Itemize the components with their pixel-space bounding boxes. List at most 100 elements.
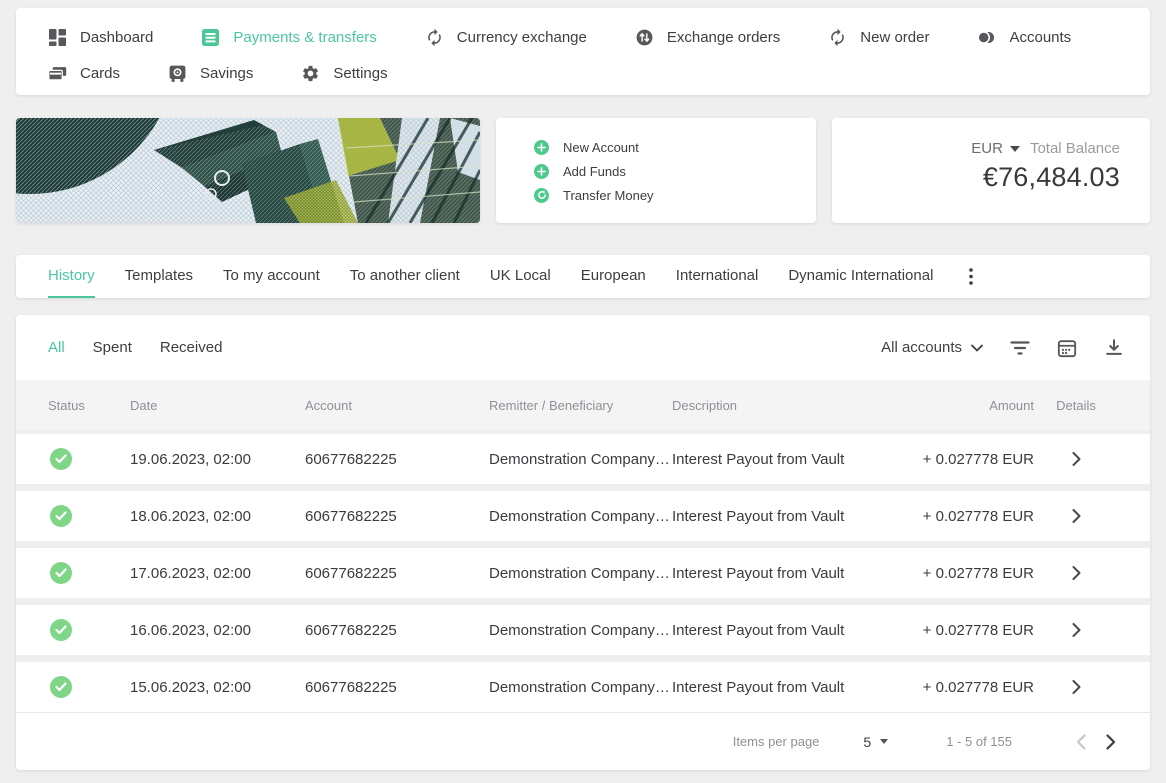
quick-action-label: New Account [563,139,639,155]
account-cell: 60677682225 [305,621,397,639]
calendar-icon [1057,339,1077,357]
download-statement-button[interactable] [1104,338,1124,358]
filter-icon [1010,340,1030,355]
remitter-cell: Demonstration Company… [489,507,670,525]
tab-to-my-account[interactable]: To my account [223,255,320,298]
status-cell [48,619,130,641]
row-details-button[interactable] [1034,623,1118,637]
nav-item-savings[interactable]: Savings [168,64,253,83]
nav-item-currency-exchange[interactable]: Currency exchange [425,28,587,47]
chevron-down-icon [1009,145,1020,152]
date-cell: 19.06.2023, 02:00 [130,450,251,468]
more-tabs-button[interactable] [969,255,974,298]
tab-international[interactable]: International [676,255,759,298]
row-details-button[interactable] [1034,680,1118,694]
new-account-button[interactable]: New Account [534,135,816,159]
nav-item-label: Savings [200,64,254,82]
kebab-menu-icon [969,268,974,285]
chevron-right-icon [1072,566,1080,580]
nav-item-label: Payments & transfers [233,28,377,46]
pagination: Items per page 5 1 - 5 of 155 [16,712,1150,770]
nav-item-new-order[interactable]: New order [828,28,929,47]
filter-spent[interactable]: Spent [93,339,132,356]
account-selector[interactable]: All accounts [881,339,983,356]
table-row[interactable]: 17.06.2023, 02:00 60677682225 Demonstrat… [16,548,1150,598]
row-details-button[interactable] [1034,509,1118,523]
nav-item-label: New order [860,28,930,46]
chevron-down-icon [971,344,983,351]
tab-to-another-client[interactable]: To another client [350,255,460,298]
nav-item-payments-transfers[interactable]: Payments & transfers [201,28,377,47]
filter-all[interactable]: All [48,339,65,356]
tab-templates[interactable]: Templates [125,255,193,298]
transfer-money-button[interactable]: Transfer Money [534,183,816,207]
description-cell: Interest Payout from Vault [672,564,845,582]
tab-european[interactable]: European [581,255,646,298]
check-circle-icon [50,448,72,470]
chevron-right-icon [1072,680,1080,694]
previous-page-button[interactable] [1066,727,1096,757]
status-cell [48,562,130,584]
chevron-right-icon [1072,623,1080,637]
row-details-button[interactable] [1034,566,1118,580]
items-per-page-selector[interactable]: 5 [863,734,889,750]
settings-icon [301,64,320,83]
top-navigation: Dashboard Payments & transfers Currency … [16,8,1150,95]
date-cell: 17.06.2023, 02:00 [130,564,251,582]
filter-button[interactable] [1010,340,1030,356]
chevron-right-icon [1072,452,1080,466]
add-funds-button[interactable]: Add Funds [534,159,816,183]
account-cell: 60677682225 [305,678,397,696]
table-row[interactable]: 19.06.2023, 02:00 60677682225 Demonstrat… [16,434,1150,484]
description-cell: Interest Payout from Vault [672,678,845,696]
table-row[interactable]: 16.06.2023, 02:00 60677682225 Demonstrat… [16,605,1150,655]
nav-item-dashboard[interactable]: Dashboard [48,28,153,47]
table-row[interactable]: 18.06.2023, 02:00 60677682225 Demonstrat… [16,491,1150,541]
description-cell: Interest Payout from Vault [672,621,845,639]
total-balance-label: Total Balance [1029,140,1120,157]
tab-dynamic-international[interactable]: Dynamic International [788,255,933,298]
nav-item-exchange-orders[interactable]: Exchange orders [635,28,780,47]
currency-exchange-icon [425,28,444,47]
nav-item-accounts[interactable]: Accounts [977,28,1071,47]
check-circle-icon [50,562,72,584]
savings-icon [168,64,187,83]
download-icon [1106,338,1122,355]
next-page-button[interactable] [1096,727,1126,757]
tab-uk-local[interactable]: UK Local [490,255,551,298]
tab-history[interactable]: History [48,255,95,298]
nav-item-cards[interactable]: Cards [48,64,120,83]
account-cell: 60677682225 [305,507,397,525]
total-balance-card: EUR Total Balance €76,484.03 [832,118,1150,223]
quick-actions-panel: New Account Add Funds Transfer Money [496,118,816,223]
currency-selector[interactable]: EUR [971,140,1020,157]
row-details-button[interactable] [1034,452,1118,466]
table-header: Status Date Account Remitter / Beneficia… [16,380,1150,430]
column-header-amount: Amount [989,397,1034,413]
banknote-banner [16,118,480,223]
accounts-icon [977,28,996,47]
banknote-engraving-image [16,118,480,223]
history-panel: All Spent Received All accounts Status D… [16,315,1150,770]
chevron-left-icon [1076,733,1086,750]
amount-cell: + 0.027778 EUR [922,507,1034,525]
nav-item-label: Accounts [1009,28,1072,46]
date-cell: 15.06.2023, 02:00 [130,678,251,696]
date-cell: 16.06.2023, 02:00 [130,621,251,639]
date-range-button[interactable] [1057,338,1077,358]
nav-item-label: Cards [80,64,121,82]
nav-item-settings[interactable]: Settings [301,64,388,83]
account-cell: 60677682225 [305,450,397,468]
history-filter-row: All Spent Received All accounts [16,315,1150,380]
table-row[interactable]: 15.06.2023, 02:00 60677682225 Demonstrat… [16,662,1150,712]
page-range-label: 1 - 5 of 155 [946,734,1012,749]
account-selector-label: All accounts [881,339,962,356]
cards-icon [48,64,67,83]
status-cell [48,505,130,527]
filter-received[interactable]: Received [160,339,223,356]
remitter-cell: Demonstration Company… [489,564,670,582]
column-header-remitter: Remitter / Beneficiary [489,397,614,413]
table-body: 19.06.2023, 02:00 60677682225 Demonstrat… [16,430,1150,712]
nav-item-label: Settings [333,64,388,82]
description-cell: Interest Payout from Vault [672,450,845,468]
